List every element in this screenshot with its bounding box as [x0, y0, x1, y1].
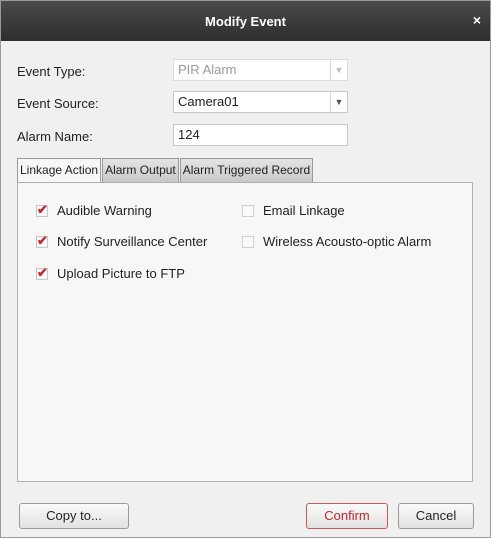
notify-surveillance-center-label: Notify Surveillance Center [57, 234, 208, 249]
notify-surveillance-center-checkbox[interactable]: ✔ [36, 232, 48, 248]
event-type-value: PIR Alarm [178, 62, 237, 77]
linkage-action-panel: ✔ Audible Warning Email Linkage ✔ Notify… [17, 182, 473, 482]
tab-bar: Linkage Action Alarm Output Alarm Trigge… [17, 158, 314, 183]
chevron-down-icon: ▼ [330, 92, 347, 112]
event-type-label: Event Type: [17, 64, 86, 79]
tab-linkage-action[interactable]: Linkage Action [17, 158, 102, 183]
event-source-value: Camera01 [178, 94, 239, 109]
email-linkage-option[interactable]: Email Linkage [242, 203, 345, 218]
event-source-label: Event Source: [17, 96, 99, 111]
audible-warning-label: Audible Warning [57, 203, 152, 218]
cancel-button[interactable]: Cancel [398, 503, 474, 529]
wireless-acousto-optic-alarm-option[interactable]: Wireless Acousto-optic Alarm [242, 234, 431, 249]
wireless-acousto-optic-alarm-checkbox[interactable] [242, 235, 254, 248]
copy-to-button[interactable]: Copy to... [19, 503, 129, 529]
audible-warning-checkbox[interactable]: ✔ [36, 201, 48, 217]
checkmark-icon: ✔ [37, 201, 48, 217]
tab-alarm-triggered-record[interactable]: Alarm Triggered Record [179, 158, 314, 182]
email-linkage-checkbox[interactable] [242, 204, 254, 217]
tab-alarm-output[interactable]: Alarm Output [102, 158, 179, 182]
close-icon[interactable]: × [470, 13, 484, 27]
modify-event-dialog: Modify Event × Event Type: PIR Alarm ▼ E… [0, 0, 491, 538]
event-type-select[interactable]: PIR Alarm ▼ [173, 59, 348, 81]
title-bar: Modify Event × [1, 1, 490, 41]
dialog-title: Modify Event [205, 13, 286, 29]
upload-picture-to-ftp-checkbox[interactable]: ✔ [36, 264, 48, 280]
email-linkage-label: Email Linkage [263, 203, 345, 218]
wireless-acousto-optic-alarm-label: Wireless Acousto-optic Alarm [263, 234, 432, 249]
event-source-select[interactable]: Camera01 ▼ [173, 91, 348, 113]
notify-surveillance-center-option[interactable]: ✔ Notify Surveillance Center [36, 232, 208, 249]
alarm-name-input[interactable]: 124 [173, 124, 348, 146]
alarm-name-label: Alarm Name: [17, 129, 93, 144]
audible-warning-option[interactable]: ✔ Audible Warning [36, 201, 152, 218]
upload-picture-to-ftp-option[interactable]: ✔ Upload Picture to FTP [36, 264, 185, 281]
chevron-down-icon: ▼ [330, 60, 347, 80]
checkmark-icon: ✔ [37, 232, 48, 248]
upload-picture-to-ftp-label: Upload Picture to FTP [57, 266, 185, 281]
checkmark-icon: ✔ [37, 264, 48, 280]
confirm-button[interactable]: Confirm [306, 503, 388, 529]
